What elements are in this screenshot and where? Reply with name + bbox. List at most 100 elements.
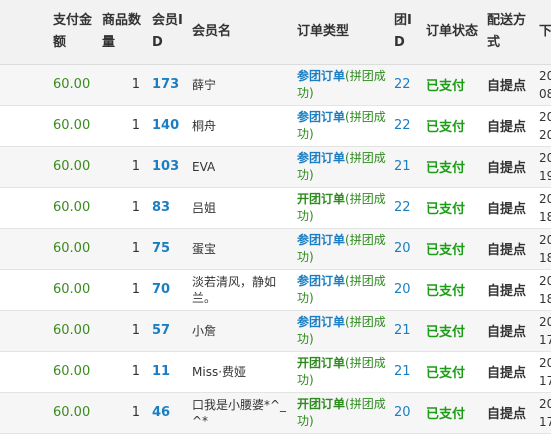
order-type-link[interactable]: 参团订单 <box>297 69 345 83</box>
quantity-cell: 1 <box>97 105 147 147</box>
orders-table-viewport: 支付金额 商品数量 会员ID 会员名 订单类型 团ID 订单状态 配送方式 下 … <box>0 0 551 439</box>
order-type-cell: 参团订单(拼团成功) <box>292 228 389 270</box>
member-id-link[interactable]: 46 <box>147 392 187 434</box>
order-time-cell: 2017 <box>534 351 551 393</box>
header-member-name[interactable]: 会员名 <box>187 0 292 65</box>
header-delivery[interactable]: 配送方式 <box>482 0 534 65</box>
order-time-line-2: 18 <box>539 250 551 265</box>
member-id-link[interactable]: 83 <box>147 187 187 229</box>
member-id-link[interactable]: 11 <box>147 351 187 393</box>
order-type-cell: 开团订单(拼团成功) <box>292 392 389 434</box>
amount-cell: 60.00 <box>48 187 97 229</box>
amount-cell: 60.00 <box>48 269 97 311</box>
order-time-line-1: 20 <box>539 150 551 165</box>
row-spacer <box>0 310 48 352</box>
group-id-link[interactable]: 22 <box>389 187 421 229</box>
table-row[interactable]: 60.001103EVA参团订单(拼团成功)21已支付自提点2019 <box>0 146 551 188</box>
member-id-link[interactable]: 103 <box>147 146 187 188</box>
row-spacer <box>0 228 48 270</box>
order-time-line-1: 20 <box>539 355 551 370</box>
group-id-link[interactable]: 21 <box>389 351 421 393</box>
order-time-line-2: 18 <box>539 209 551 224</box>
table-row[interactable]: 60.001140桐舟参团订单(拼团成功)22已支付自提点2020 <box>0 105 551 147</box>
delivery-cell: 自提点 <box>482 269 534 311</box>
header-quantity[interactable]: 商品数量 <box>97 0 147 65</box>
header-order-status[interactable]: 订单状态 <box>421 0 482 65</box>
row-spacer <box>0 105 48 147</box>
member-name-cell: 蛋宝 <box>187 228 292 270</box>
order-time-line-1: 20 <box>539 396 551 411</box>
order-time-cell: 2008 <box>534 64 551 106</box>
amount-cell: 60.00 <box>48 146 97 188</box>
member-name-cell: EVA <box>187 146 292 188</box>
status-badge: 已支付 <box>421 392 482 434</box>
table-row[interactable]: 60.00170淡若清风，静如兰。参团订单(拼团成功)20已支付自提点2018 <box>0 269 551 311</box>
status-badge: 已支付 <box>421 187 482 229</box>
group-id-link[interactable]: 22 <box>389 64 421 106</box>
delivery-cell: 自提点 <box>482 105 534 147</box>
group-id-link[interactable]: 20 <box>389 228 421 270</box>
order-type-cell: 参团订单(拼团成功) <box>292 105 389 147</box>
order-time-line-2: 17 <box>539 332 551 347</box>
order-time-cell: 2017 <box>534 310 551 352</box>
member-name-cell: 口我是小腰婆*^_^* <box>187 392 292 434</box>
header-spacer <box>0 0 48 65</box>
row-spacer <box>0 351 48 393</box>
header-amount[interactable]: 支付金额 <box>48 0 97 65</box>
order-time-line-1: 20 <box>539 232 551 247</box>
order-type-cell: 开团订单(拼团成功) <box>292 187 389 229</box>
header-order-type[interactable]: 订单类型 <box>292 0 389 65</box>
order-type-link[interactable]: 参团订单 <box>297 315 345 329</box>
delivery-cell: 自提点 <box>482 64 534 106</box>
order-type-link[interactable]: 参团订单 <box>297 110 345 124</box>
member-name-cell: 桐舟 <box>187 105 292 147</box>
order-type-link[interactable]: 参团订单 <box>297 151 345 165</box>
member-id-link[interactable]: 57 <box>147 310 187 352</box>
delivery-cell: 自提点 <box>482 146 534 188</box>
order-time-line-2: 08 <box>539 86 551 101</box>
order-type-link[interactable]: 参团订单 <box>297 233 345 247</box>
delivery-cell: 自提点 <box>482 187 534 229</box>
group-id-link[interactable]: 21 <box>389 146 421 188</box>
table-row[interactable]: 60.00157小詹参团订单(拼团成功)21已支付自提点2017 <box>0 310 551 352</box>
member-name-cell: Miss·费娅 <box>187 351 292 393</box>
order-time-line-2: 20 <box>539 127 551 142</box>
group-id-link[interactable]: 20 <box>389 392 421 434</box>
delivery-cell: 自提点 <box>482 392 534 434</box>
group-id-link[interactable]: 20 <box>389 269 421 311</box>
quantity-cell: 1 <box>97 310 147 352</box>
order-type-link[interactable]: 开团订单 <box>297 356 345 370</box>
amount-cell: 60.00 <box>48 105 97 147</box>
table-row[interactable]: 60.00183吕姐开团订单(拼团成功)22已支付自提点2018 <box>0 187 551 229</box>
quantity-cell: 1 <box>97 228 147 270</box>
member-name-cell: 淡若清风，静如兰。 <box>187 269 292 311</box>
member-id-link[interactable]: 173 <box>147 64 187 106</box>
order-type-link[interactable]: 开团订单 <box>297 192 345 206</box>
member-name-cell: 小詹 <box>187 310 292 352</box>
member-name-cell: 薛宁 <box>187 64 292 106</box>
member-id-link[interactable]: 75 <box>147 228 187 270</box>
order-time-cell: 2017 <box>534 392 551 434</box>
order-time-line-1: 20 <box>539 314 551 329</box>
header-member-id[interactable]: 会员ID <box>147 0 187 65</box>
header-order-time[interactable]: 下 <box>534 0 551 65</box>
order-time-cell: 2018 <box>534 228 551 270</box>
status-badge: 已支付 <box>421 228 482 270</box>
order-time-cell: 2018 <box>534 269 551 311</box>
order-time-line-1: 20 <box>539 273 551 288</box>
order-type-link[interactable]: 参团订单 <box>297 274 345 288</box>
group-id-link[interactable]: 21 <box>389 310 421 352</box>
table-row[interactable]: 60.00175蛋宝参团订单(拼团成功)20已支付自提点2018 <box>0 228 551 270</box>
header-group-id[interactable]: 团ID <box>389 0 421 65</box>
table-row[interactable]: 60.00146口我是小腰婆*^_^*开团订单(拼团成功)20已支付自提点201… <box>0 392 551 434</box>
order-type-cell: 参团订单(拼团成功) <box>292 269 389 311</box>
order-type-cell: 参团订单(拼团成功) <box>292 64 389 106</box>
order-type-link[interactable]: 开团订单 <box>297 397 345 411</box>
member-id-link[interactable]: 140 <box>147 105 187 147</box>
member-id-link[interactable]: 70 <box>147 269 187 311</box>
row-spacer <box>0 64 48 106</box>
amount-cell: 60.00 <box>48 351 97 393</box>
table-row[interactable]: 60.00111Miss·费娅开团订单(拼团成功)21已支付自提点2017 <box>0 351 551 393</box>
group-id-link[interactable]: 22 <box>389 105 421 147</box>
table-row[interactable]: 60.001173薛宁参团订单(拼团成功)22已支付自提点2008 <box>0 64 551 106</box>
